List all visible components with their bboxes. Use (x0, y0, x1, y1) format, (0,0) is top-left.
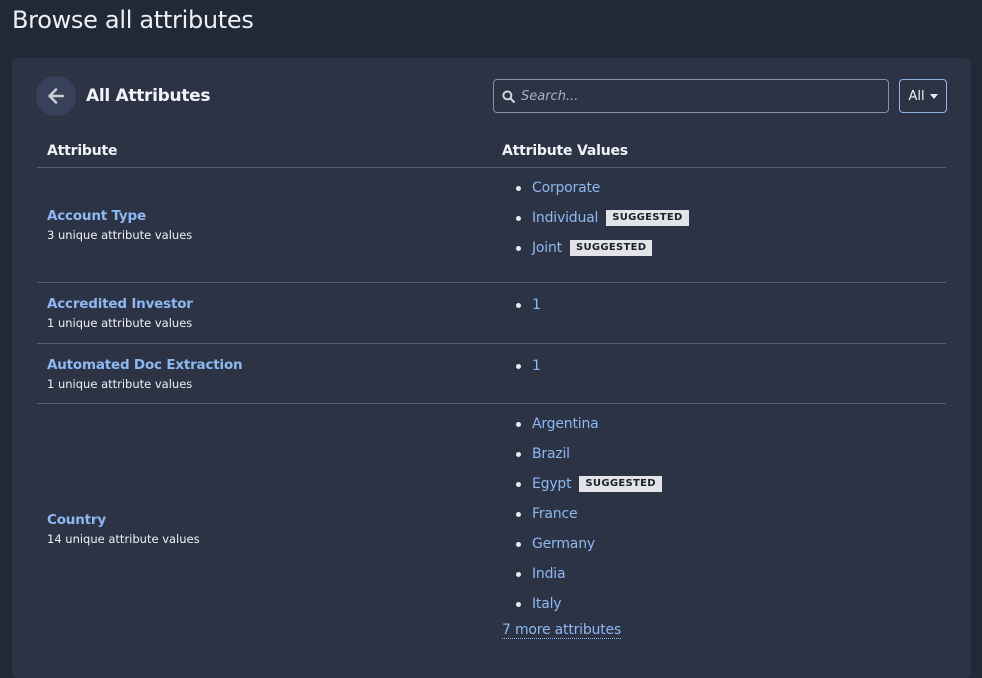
table-row: Accredited Investor 1 unique attribute v… (37, 283, 946, 344)
list-item: Brazil (516, 439, 662, 469)
filter-dropdown[interactable]: All (899, 79, 947, 113)
values-list: 1 (502, 351, 541, 381)
panel-title: All Attributes (86, 86, 211, 106)
list-item: 1 (516, 351, 541, 381)
attribute-cell: Accredited Investor 1 unique attribute v… (37, 283, 492, 343)
suggested-badge: SUGGESTED (569, 240, 653, 256)
values-cell: 1 (492, 283, 541, 343)
more-attributes-link[interactable]: 7 more attributes (502, 622, 621, 639)
list-item: Argentina (516, 409, 662, 439)
list-item: France (516, 499, 662, 529)
attribute-count: 14 unique attribute values (47, 532, 200, 546)
attributes-table: Attribute Attribute Values Account Type … (37, 134, 946, 654)
attribute-name-link[interactable]: Country (47, 512, 492, 528)
filter-selected: All (908, 88, 925, 104)
list-item: Corporate (516, 173, 689, 203)
search-icon (502, 89, 515, 103)
search-input[interactable] (521, 88, 861, 104)
values-list: Corporate Individual SUGGESTED Joint SUGGE… (502, 173, 689, 263)
list-item: India (516, 559, 662, 589)
column-header-attribute: Attribute (47, 142, 118, 159)
value-link[interactable]: Individual (532, 210, 598, 226)
value-link[interactable]: India (532, 566, 566, 582)
attribute-name-link[interactable]: Automated Doc Extraction (47, 357, 492, 373)
values-cell: Argentina Brazil Egypt SUGGESTED France G… (492, 404, 662, 654)
table-row: Country 14 unique attribute values Argen… (37, 404, 946, 654)
arrow-left-icon (48, 88, 65, 104)
values-cell: 1 (492, 344, 541, 403)
value-link[interactable]: 1 (532, 297, 541, 313)
list-item: Individual SUGGESTED (516, 203, 689, 233)
value-link[interactable]: Italy (532, 596, 562, 612)
value-link[interactable]: Corporate (532, 180, 600, 196)
attribute-name-link[interactable]: Account Type (47, 208, 492, 224)
column-header-attribute-values: Attribute Values (502, 142, 628, 159)
value-link[interactable]: Joint (532, 240, 562, 256)
table-row: Automated Doc Extraction 1 unique attrib… (37, 344, 946, 404)
values-cell: Corporate Individual SUGGESTED Joint SUGGE… (492, 168, 689, 282)
suggested-badge: SUGGESTED (606, 210, 689, 226)
attribute-cell: Account Type 3 unique attribute values (37, 168, 492, 282)
list-item: Egypt SUGGESTED (516, 469, 662, 499)
list-item: Italy (516, 589, 662, 619)
value-link[interactable]: 1 (532, 358, 541, 374)
list-item: Germany (516, 529, 662, 559)
values-list: 1 (502, 290, 541, 320)
attribute-name-link[interactable]: Accredited Investor (47, 296, 492, 312)
list-item: Joint SUGGESTED (516, 233, 689, 263)
attributes-panel: All Attributes All Attribute Attribute V… (12, 58, 971, 678)
value-link[interactable]: France (532, 506, 578, 522)
table-row: Account Type 3 unique attribute values C… (37, 168, 946, 283)
value-link[interactable]: Egypt (532, 476, 572, 492)
values-list: Argentina Brazil Egypt SUGGESTED France G… (502, 409, 662, 619)
attribute-count: 1 unique attribute values (47, 376, 193, 391)
attribute-cell: Country 14 unique attribute values (37, 404, 492, 654)
back-button[interactable] (36, 76, 76, 116)
attribute-count: 1 unique attribute values (47, 316, 193, 330)
caret-down-icon (929, 93, 938, 99)
page-title: Browse all attributes (12, 6, 254, 34)
value-link[interactable]: Argentina (532, 416, 599, 432)
attribute-cell: Automated Doc Extraction 1 unique attrib… (37, 344, 492, 403)
suggested-badge: SUGGESTED (579, 476, 662, 492)
search-box[interactable] (493, 79, 889, 113)
value-link[interactable]: Germany (532, 536, 595, 552)
value-link[interactable]: Brazil (532, 446, 570, 462)
list-item: 1 (516, 290, 541, 320)
table-header: Attribute Attribute Values (37, 134, 946, 168)
attribute-count: 3 unique attribute values (47, 228, 193, 242)
